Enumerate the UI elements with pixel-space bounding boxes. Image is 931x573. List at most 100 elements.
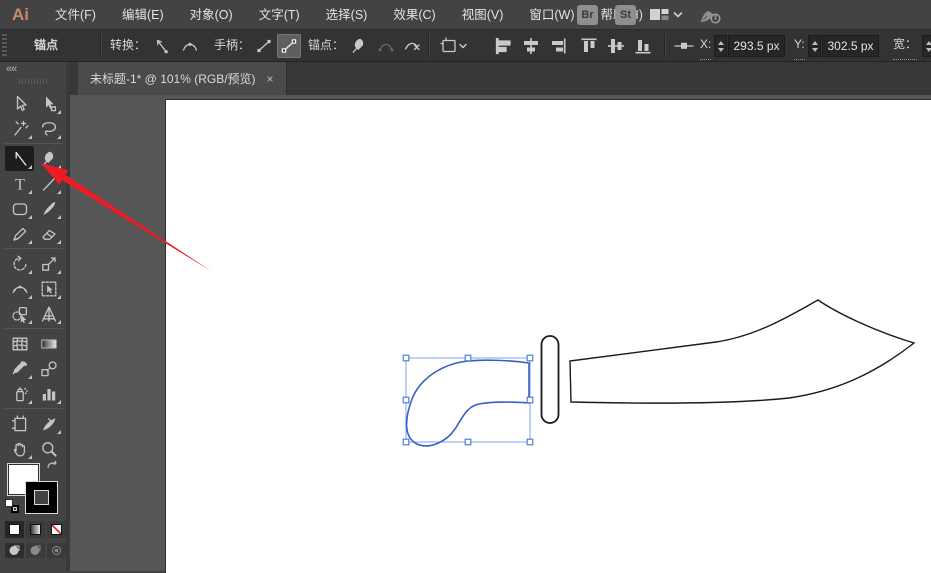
chevron-down-icon xyxy=(672,5,684,25)
convert-to-corner-button[interactable] xyxy=(149,34,173,58)
selection-handle[interactable] xyxy=(527,397,533,403)
align-top-button[interactable] xyxy=(577,34,601,58)
line-segment-tool[interactable] xyxy=(34,171,63,196)
x-label[interactable]: X: xyxy=(700,30,711,60)
document-tab[interactable]: 未标题-1* @ 101% (RGB/预览) × xyxy=(78,62,287,95)
align-to-selection-dropdown[interactable] xyxy=(438,34,470,58)
y-value-input[interactable] xyxy=(822,35,879,57)
menu-item-2[interactable]: 对象(O) xyxy=(177,0,246,30)
width-label[interactable]: 宽： xyxy=(893,30,917,60)
align-right-button[interactable] xyxy=(546,34,570,58)
control-bar: 锚点 转换： 手柄： 锚点： X: xyxy=(0,30,931,62)
anchor-label: 锚点： xyxy=(308,30,344,61)
pencil-tool[interactable] xyxy=(5,221,34,246)
gradient-tool[interactable] xyxy=(34,331,63,356)
menu-item-6[interactable]: 视图(V) xyxy=(449,0,517,30)
eraser-tool[interactable] xyxy=(34,221,63,246)
draw-normal-button[interactable] xyxy=(5,543,24,558)
remove-anchor-button[interactable] xyxy=(347,34,371,58)
x-stepper[interactable] xyxy=(714,35,727,57)
align-bottom-button[interactable] xyxy=(631,34,655,58)
menu-item-3[interactable]: 文字(T) xyxy=(246,0,313,30)
shape-builder-tool[interactable] xyxy=(5,301,34,326)
draw-behind-button[interactable] xyxy=(26,543,45,558)
none-mode-button[interactable] xyxy=(47,521,66,538)
width-stepper[interactable] xyxy=(922,35,931,57)
scale-tool[interactable] xyxy=(34,251,63,276)
cut-path-button[interactable] xyxy=(400,34,424,58)
selection-handle[interactable] xyxy=(403,439,409,445)
draw-mode-buttons xyxy=(5,543,66,558)
connect-path-button[interactable] xyxy=(374,34,398,58)
symbol-sprayer-tool[interactable] xyxy=(5,381,34,406)
show-handles-button[interactable] xyxy=(252,34,276,58)
y-stepper[interactable] xyxy=(808,35,821,57)
close-tab-icon[interactable]: × xyxy=(267,72,274,86)
menu-item-0[interactable]: 文件(F) xyxy=(42,0,109,30)
gpu-performance-button[interactable] xyxy=(696,0,724,30)
blend-tool[interactable] xyxy=(34,356,63,381)
align-vertical-center-button[interactable] xyxy=(604,34,628,58)
artboard-tool[interactable] xyxy=(5,411,34,436)
knife-guard-shape[interactable] xyxy=(542,336,559,423)
slice-tool[interactable] xyxy=(34,411,63,436)
free-transform-tool[interactable] xyxy=(34,276,63,301)
y-label[interactable]: Y: xyxy=(794,30,805,60)
mesh-tool[interactable] xyxy=(5,331,34,356)
gradient-mode-button[interactable] xyxy=(26,521,45,538)
divider xyxy=(428,34,429,58)
perspective-grid-tool[interactable] xyxy=(34,301,63,326)
rectangle-tool[interactable] xyxy=(5,196,34,221)
menu-item-1[interactable]: 编辑(E) xyxy=(109,0,177,30)
selection-handle[interactable] xyxy=(527,439,533,445)
bridge-button[interactable]: Br xyxy=(577,0,598,30)
convert-to-smooth-button[interactable] xyxy=(178,34,202,58)
workspace-switcher[interactable] xyxy=(648,0,684,30)
handles-label: 手柄： xyxy=(214,30,250,61)
selection-handle[interactable] xyxy=(465,439,471,445)
gpu-rocket-icon xyxy=(696,4,724,26)
divider xyxy=(100,34,101,58)
stock-button[interactable]: St xyxy=(615,0,636,30)
x-value-input[interactable] xyxy=(728,35,785,57)
rotate-tool[interactable] xyxy=(5,251,34,276)
selection-handle[interactable] xyxy=(403,397,409,403)
lasso-tool[interactable] xyxy=(34,116,63,141)
selection-handle[interactable] xyxy=(403,355,409,361)
tool-grid: T xyxy=(5,91,63,461)
direct-selection-tool[interactable] xyxy=(34,91,63,116)
hide-handles-button[interactable] xyxy=(277,34,301,58)
point-position-icon xyxy=(672,34,696,58)
workspace-icon xyxy=(648,5,672,25)
anchor-panel-label: 锚点 xyxy=(34,30,58,61)
swap-fill-stroke-icon[interactable] xyxy=(45,458,59,477)
align-left-button[interactable] xyxy=(492,34,516,58)
control-bar-grip[interactable] xyxy=(2,34,7,58)
svg-text:T: T xyxy=(15,176,25,193)
selection-tool[interactable] xyxy=(5,91,34,116)
menu-item-4[interactable]: 选择(S) xyxy=(313,0,381,30)
type-tool[interactable]: T xyxy=(5,171,34,196)
anchor-point-tool[interactable] xyxy=(5,146,34,171)
pen-tool[interactable] xyxy=(34,146,63,171)
paintbrush-tool[interactable] xyxy=(34,196,63,221)
document-tab-bar: 未标题-1* @ 101% (RGB/预览) × xyxy=(70,62,931,95)
width-tool[interactable] xyxy=(5,276,34,301)
stroke-color-swatch[interactable] xyxy=(25,481,58,514)
default-fill-stroke-icon[interactable] xyxy=(5,499,19,513)
eyedropper-tool[interactable] xyxy=(5,356,34,381)
collapse-panel-icon[interactable]: «« xyxy=(6,63,16,75)
magic-wand-tool[interactable] xyxy=(5,116,34,141)
column-graph-tool[interactable] xyxy=(34,381,63,406)
fill-stroke-widget xyxy=(0,455,66,565)
selection-handle[interactable] xyxy=(527,355,533,361)
panel-grip[interactable] xyxy=(19,79,47,84)
draw-inside-button[interactable] xyxy=(47,543,66,558)
main-menu: 文件(F)编辑(E)对象(O)文字(T)选择(S)效果(C)视图(V)窗口(W)… xyxy=(42,0,656,30)
tools-panel: «« T xyxy=(0,62,66,571)
selection-handle[interactable] xyxy=(465,355,471,361)
align-horizontal-center-button[interactable] xyxy=(519,34,543,58)
panel-edge[interactable] xyxy=(66,62,70,571)
color-mode-button[interactable] xyxy=(5,521,24,538)
menu-item-5[interactable]: 效果(C) xyxy=(380,0,448,30)
